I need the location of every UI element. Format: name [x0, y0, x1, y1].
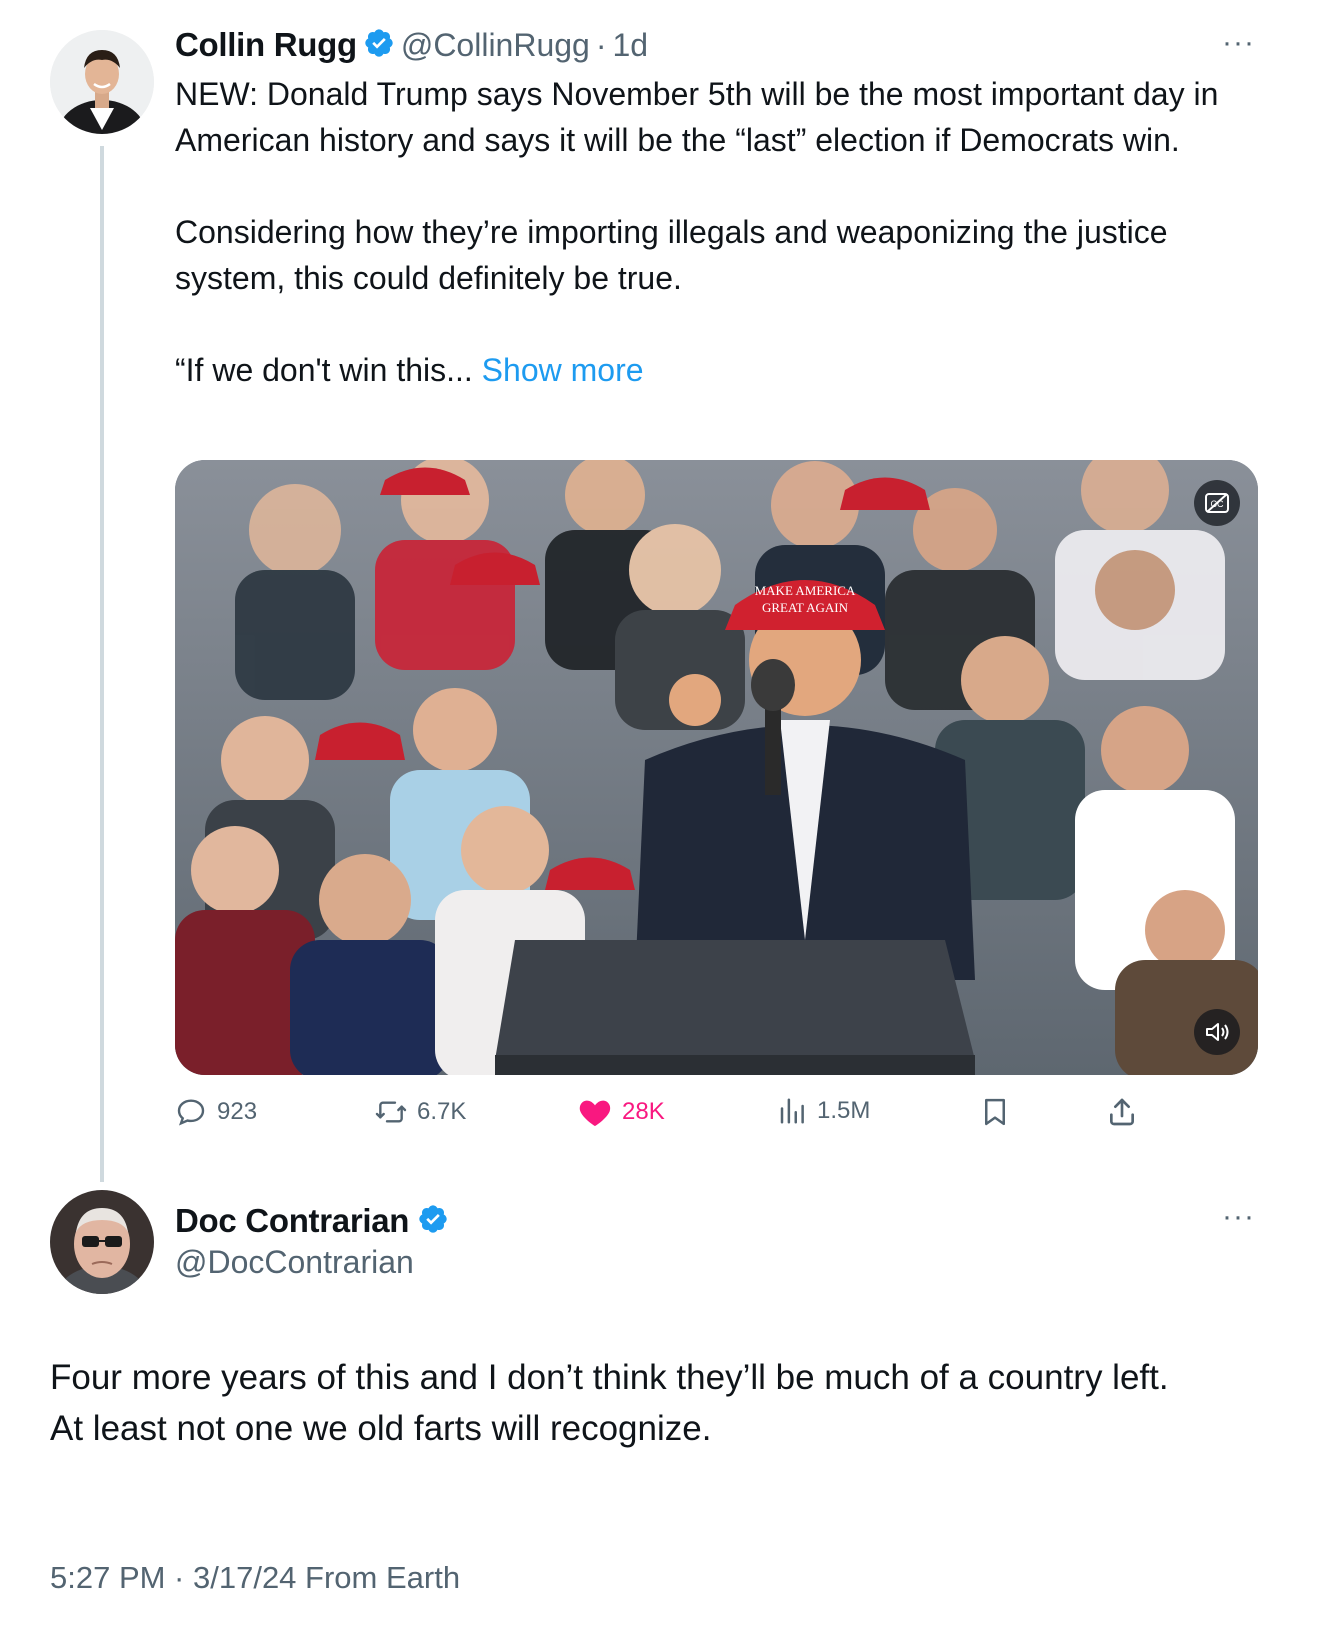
repost-icon: [375, 1101, 407, 1123]
reply-header: Doc Contrarian: [175, 1198, 449, 1244]
tweet-header: Collin Rugg @CollinRugg · 1d: [175, 22, 648, 68]
reply-author-handle[interactable]: @DocContrarian: [175, 1244, 414, 1281]
author-name[interactable]: Collin Rugg: [175, 26, 357, 64]
reply-line: At least not one we old farts will recog…: [50, 1409, 712, 1448]
more-options-icon[interactable]: ···: [1222, 26, 1255, 60]
reply-button[interactable]: 923: [175, 1096, 257, 1128]
reply-icon: [177, 1099, 205, 1126]
tweet-paragraph-truncated: “If we don't win this... Show more: [175, 347, 1255, 393]
views-button[interactable]: 1.5M: [777, 1096, 870, 1126]
tweet-paragraph: NEW: Donald Trump says November 5th will…: [175, 76, 1219, 158]
more-options-icon[interactable]: ···: [1222, 1200, 1255, 1234]
tweet-video[interactable]: MAKE AMERICA GREAT AGAIN CC: [175, 460, 1258, 1075]
views-icon: [780, 1098, 804, 1124]
reply-author-name[interactable]: Doc Contrarian: [175, 1202, 409, 1240]
share-icon: [1110, 1098, 1134, 1126]
reply-timestamp[interactable]: 5:27 PM · 3/17/24 From Earth: [50, 1560, 460, 1596]
hat-text: MAKE AMERICA: [755, 583, 856, 598]
reply-count: 923: [217, 1098, 258, 1125]
reply-line: Four more years of this and I don’t thin…: [50, 1358, 1169, 1397]
author-handle[interactable]: @CollinRugg: [401, 27, 590, 64]
repost-button[interactable]: 6.7K: [375, 1096, 466, 1128]
tweet-paragraph: Considering how they’re importing illega…: [175, 214, 1168, 296]
hat-text: GREAT AGAIN: [762, 600, 849, 615]
bookmark-icon: [985, 1098, 1005, 1126]
collin-rugg-avatar[interactable]: [50, 30, 154, 134]
closed-captions-icon[interactable]: CC: [1194, 480, 1240, 526]
reply-text: Four more years of this and I don’t thin…: [50, 1352, 1270, 1454]
meta-separator: ·: [595, 26, 607, 63]
tweet-time[interactable]: 1d: [613, 27, 649, 64]
verified-badge-icon: [363, 27, 395, 64]
heart-filled-icon: [579, 1100, 611, 1127]
verified-badge-icon: [417, 1203, 449, 1240]
repost-count: 6.7K: [417, 1098, 467, 1125]
share-button[interactable]: [1106, 1096, 1138, 1128]
show-more-link[interactable]: Show more: [482, 352, 644, 388]
like-button[interactable]: 28K: [578, 1096, 665, 1128]
doc-contrarian-avatar[interactable]: [50, 1190, 154, 1294]
tweet-text: NEW: Donald Trump says November 5th will…: [175, 71, 1255, 393]
video-frame: MAKE AMERICA GREAT AGAIN: [175, 460, 1258, 1075]
like-count: 28K: [622, 1098, 665, 1125]
volume-icon[interactable]: [1194, 1009, 1240, 1055]
thread-connector-line: [100, 146, 104, 1182]
bookmark-button[interactable]: [980, 1096, 1010, 1128]
truncated-text: “If we don't win this...: [175, 352, 473, 388]
views-count: 1.5M: [817, 1097, 871, 1124]
